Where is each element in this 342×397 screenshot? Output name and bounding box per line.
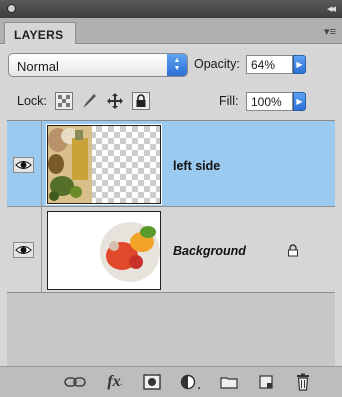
folder-icon [220, 377, 238, 389]
visibility-column [7, 121, 42, 206]
eye-icon [15, 246, 32, 254]
lock-icon [136, 94, 146, 107]
mask-icon [143, 374, 161, 390]
layer-lock-indicator [287, 244, 299, 260]
layers-list: left side Background [7, 120, 335, 368]
layer-thumbnail [46, 124, 162, 205]
layer-row-background[interactable]: Background [7, 207, 335, 293]
move-icon [107, 93, 123, 109]
visibility-column [7, 207, 42, 292]
add-layer-style-button[interactable]: fx. [100, 372, 130, 392]
new-adjustment-layer-button[interactable] [178, 372, 204, 392]
panel-menu-icon[interactable]: ▾≡ [324, 25, 336, 38]
collapse-icon[interactable]: ◂◂ [327, 2, 336, 15]
layers-bottom-toolbar: fx. [0, 366, 342, 397]
link-layers-button[interactable] [63, 372, 87, 392]
blend-mode-dropdown[interactable]: Normal ▲ ▼ [8, 53, 188, 77]
lock-position-button[interactable] [106, 92, 124, 110]
brush-icon [83, 94, 96, 108]
visibility-toggle[interactable] [13, 157, 34, 173]
lock-row: Lock: Fill: 100% ▶ [0, 86, 342, 118]
close-icon[interactable] [7, 4, 16, 13]
lock-image-pixels-button[interactable] [80, 92, 98, 110]
fill-label: Fill: [219, 94, 239, 108]
layer-thumbnail-image [48, 126, 160, 203]
lock-transparent-pixels-button[interactable] [55, 92, 73, 110]
new-group-button[interactable] [218, 372, 240, 392]
eye-icon [15, 161, 32, 169]
lock-icon [288, 244, 298, 257]
layer-row-left-side[interactable]: left side [7, 121, 335, 207]
dropdown-arrows-icon: ▲ ▼ [167, 54, 187, 76]
fill-slider-button[interactable]: ▶ [293, 92, 306, 111]
panel-titlebar: ◂◂ [0, 0, 342, 19]
layer-name[interactable]: left side [173, 159, 220, 173]
checker-icon [58, 95, 70, 107]
layer-thumbnail-image [48, 212, 160, 289]
blend-mode-value: Normal [17, 59, 59, 74]
lock-all-button[interactable] [132, 92, 150, 110]
opacity-slider-button[interactable]: ▶ [293, 55, 306, 74]
delete-layer-button[interactable] [293, 372, 313, 392]
layer-thumbnail [47, 211, 161, 290]
opacity-label: Opacity: [194, 57, 240, 71]
tab-layers[interactable]: LAYERS [4, 22, 76, 44]
panel-tab-bar: LAYERS ▾≡ [0, 18, 342, 44]
new-layer-icon [259, 375, 273, 389]
layer-name[interactable]: Background [173, 244, 246, 258]
add-layer-mask-button[interactable] [141, 372, 163, 392]
fill-field[interactable]: 100% [246, 92, 293, 111]
link-icon [64, 377, 86, 387]
new-layer-button[interactable] [256, 372, 276, 392]
adjustment-icon [180, 374, 200, 390]
fx-dropdown-icon: . [120, 377, 123, 387]
fx-label: fx [107, 373, 121, 390]
trash-icon [297, 373, 309, 391]
visibility-toggle[interactable] [13, 242, 34, 258]
opacity-field[interactable]: 64% [246, 55, 293, 74]
lock-label: Lock: [17, 94, 47, 108]
